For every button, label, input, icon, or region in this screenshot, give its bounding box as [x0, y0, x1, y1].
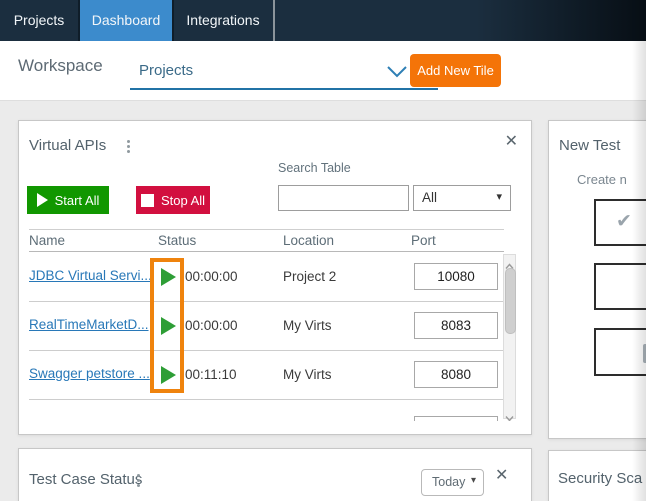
filter-selected-value: All	[422, 190, 438, 205]
play-icon	[36, 193, 48, 207]
virt-name-link[interactable]: JDBC Virtual Servi...	[29, 268, 152, 283]
location-cell: My Virts	[283, 367, 332, 382]
workspace-selected-value: Projects	[139, 62, 194, 79]
tile-title: Test Case Status	[29, 471, 143, 488]
create-label: Create n	[577, 172, 627, 187]
tile-title: Security Sca	[558, 470, 643, 487]
table-scrollbar[interactable]	[503, 254, 516, 421]
workspace-select[interactable]: Projects	[130, 47, 438, 90]
location-cell: Project 2	[283, 269, 337, 284]
dashboard-screen: Projects Dashboard Integrations Workspac…	[0, 0, 646, 501]
search-table-label: Search Table	[278, 161, 351, 175]
virt-name-link[interactable]: Swagger petstore ...	[29, 366, 150, 381]
filter-dropdown[interactable]: All ▾	[413, 185, 511, 211]
workspace-bar: Workspace Projects Add New Tile	[0, 41, 646, 100]
column-header-status: Status	[158, 233, 197, 248]
kebab-menu-icon[interactable]	[137, 474, 141, 489]
status-time: 00:00:00	[185, 269, 238, 284]
tile-title: New Test	[559, 137, 621, 154]
play-icon[interactable]	[161, 317, 176, 335]
table-row-partial	[29, 399, 504, 421]
play-icon[interactable]	[161, 366, 176, 384]
nav-divider	[172, 0, 174, 41]
location-cell: My Virts	[283, 318, 332, 333]
add-new-tile-button[interactable]: Add New Tile	[410, 54, 501, 87]
port-input[interactable]	[414, 416, 498, 421]
top-nav: Projects Dashboard Integrations	[0, 0, 646, 41]
stop-all-label: Stop All	[160, 192, 206, 208]
column-header-port: Port	[411, 233, 436, 248]
virtual-apis-tile: Virtual APIs ✕ Search Table All ▾ Start …	[18, 120, 532, 435]
new-test-tile: New Test Create n ✔	[548, 120, 646, 439]
new-test-option-button[interactable]	[594, 328, 646, 376]
workspace-label: Workspace	[18, 56, 103, 75]
status-time: 00:11:10	[185, 367, 237, 382]
table-row: Swagger petstore ... My Virts 00:11:10	[29, 350, 504, 400]
security-scan-tile: Security Sca	[548, 450, 646, 501]
tab-integrations[interactable]: Integrations	[174, 0, 272, 41]
virt-name-link[interactable]: RealTimeMarketD...	[29, 317, 149, 332]
new-test-option-button[interactable]	[594, 263, 646, 310]
close-icon[interactable]: ✕	[505, 134, 518, 150]
tab-dashboard[interactable]: Dashboard	[80, 0, 172, 41]
test-case-status-tile: Test Case Status Today ▾ ✕	[18, 448, 532, 501]
close-icon[interactable]: ✕	[495, 468, 508, 484]
caret-down-icon: ▾	[496, 191, 502, 203]
nav-divider	[273, 0, 275, 41]
stop-icon	[140, 193, 154, 207]
period-selected-value: Today	[432, 475, 466, 489]
stop-all-button[interactable]: Stop All	[136, 186, 210, 214]
column-header-name: Name	[29, 233, 66, 248]
start-all-button[interactable]: Start All	[27, 186, 109, 214]
play-icon[interactable]	[161, 268, 176, 286]
new-test-option-button[interactable]: ✔	[594, 199, 646, 246]
check-icon: ✔	[616, 211, 632, 232]
table-row: JDBC Virtual Servi... 00:00:00 Project 2	[29, 252, 504, 302]
status-time: 00:00:00	[185, 318, 238, 333]
scroll-up-icon[interactable]	[505, 257, 514, 269]
port-input[interactable]	[414, 361, 498, 388]
search-input[interactable]	[278, 185, 409, 211]
chevron-down-icon	[386, 65, 408, 83]
nav-shadow	[476, 0, 646, 41]
kebab-menu-icon[interactable]	[127, 140, 131, 155]
table-row: RealTimeMarketD... 00:00:00 My Virts	[29, 301, 504, 351]
start-all-label: Start All	[54, 192, 100, 208]
tab-projects[interactable]: Projects	[0, 0, 78, 41]
port-input[interactable]	[414, 312, 498, 339]
period-dropdown[interactable]: Today ▾	[421, 469, 484, 496]
table-header: Name Status Location Port	[29, 229, 504, 252]
virtual-apis-table: Name Status Location Port JDBC Virtual S…	[29, 229, 517, 421]
scrollbar-thumb[interactable]	[505, 268, 516, 334]
column-header-location: Location	[283, 233, 335, 248]
caret-down-icon: ▾	[470, 475, 476, 486]
tile-title: Virtual APIs	[29, 137, 107, 154]
nav-divider	[78, 0, 80, 41]
scroll-down-icon[interactable]	[505, 409, 514, 421]
port-input[interactable]	[414, 263, 498, 290]
